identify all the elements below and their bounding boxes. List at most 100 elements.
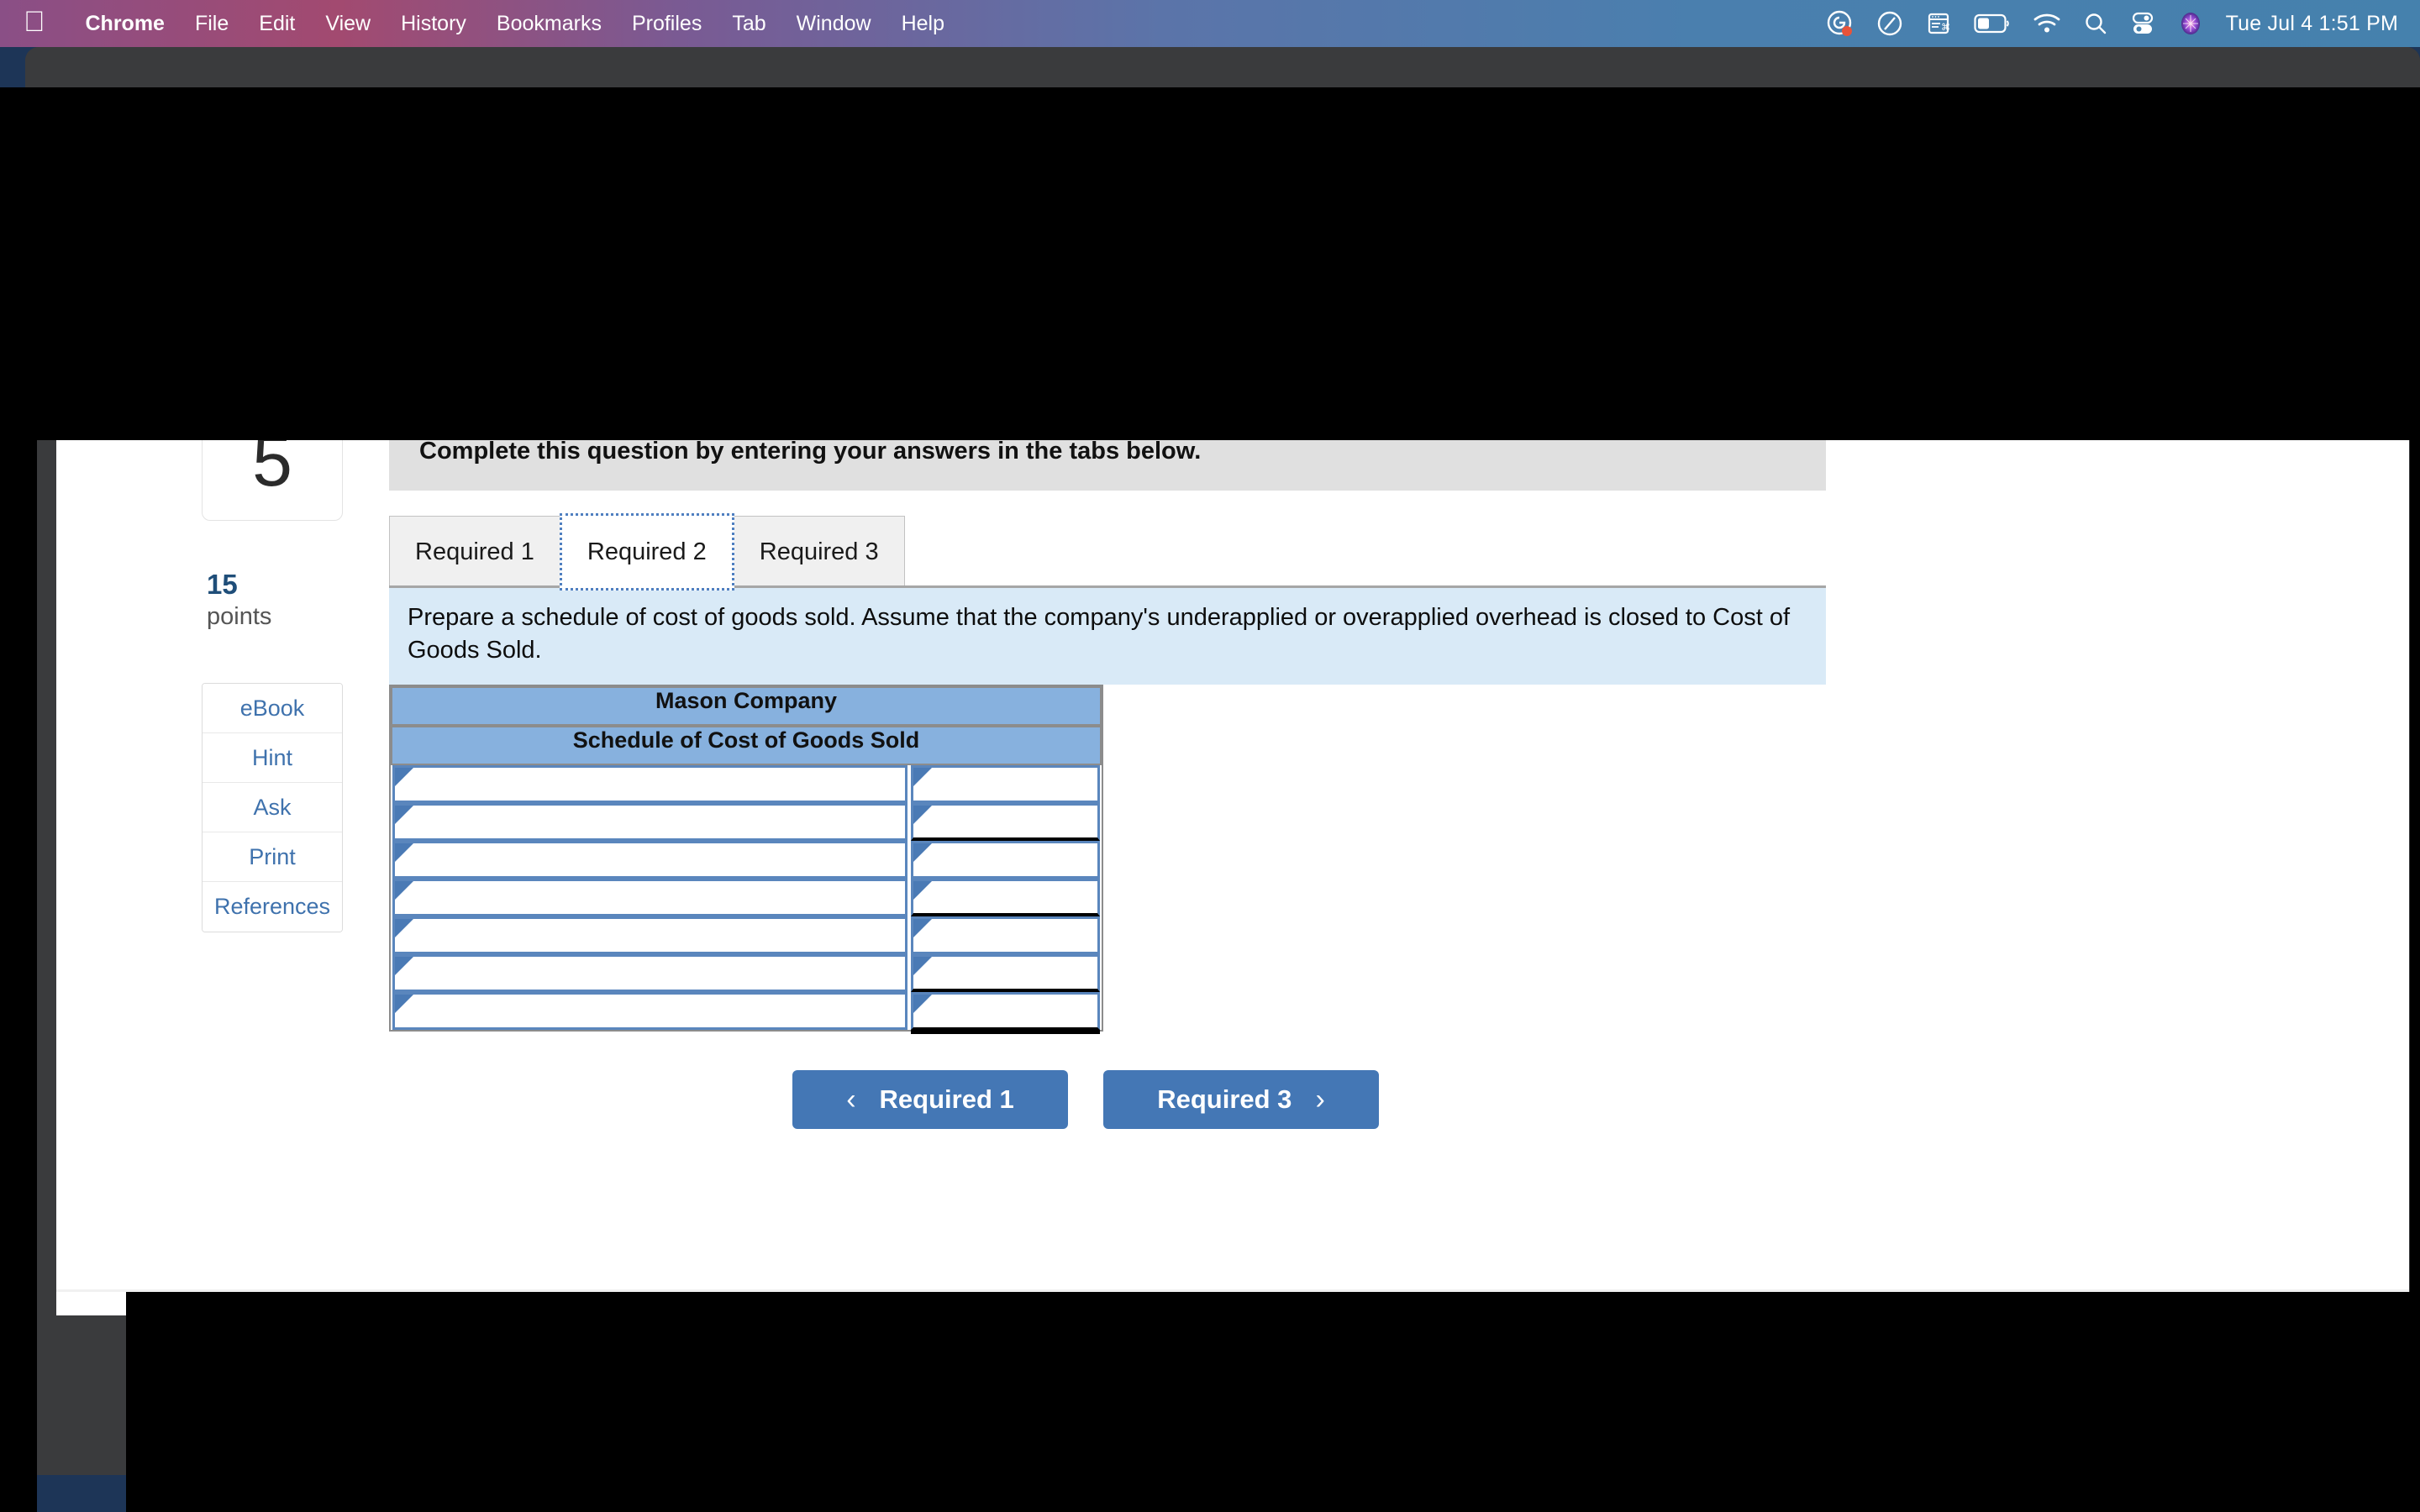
menu-bar-status-items: ⌘ Tue Jul 4 1:51 PM bbox=[1826, 9, 2420, 38]
dropdown-flag-icon bbox=[913, 994, 932, 1013]
table-cell-label bbox=[391, 802, 909, 841]
menu-help[interactable]: Help bbox=[886, 12, 960, 36]
menu-bar-clock[interactable]: Tue Jul 4 1:51 PM bbox=[2226, 12, 2398, 36]
references-button[interactable]: References bbox=[203, 882, 342, 932]
menu-window[interactable]: Window bbox=[781, 12, 886, 36]
chevron-left-icon: ‹ bbox=[846, 1083, 856, 1116]
table-cell-label bbox=[391, 878, 909, 916]
next-required-label: Required 3 bbox=[1157, 1084, 1292, 1114]
question-content-area: 5 15 points eBook Hint Ask Print Referen… bbox=[56, 403, 2409, 1289]
dropdown-flag-icon bbox=[913, 805, 932, 824]
battery-icon[interactable] bbox=[1974, 9, 2011, 38]
menu-edit[interactable]: Edit bbox=[244, 12, 310, 36]
tab-required-1[interactable]: Required 1 bbox=[389, 516, 560, 588]
spotlight-search-icon[interactable] bbox=[2083, 9, 2108, 38]
amount-input-3[interactable] bbox=[911, 840, 1100, 879]
table-cell-amount bbox=[909, 802, 1102, 841]
ebook-button[interactable]: eBook bbox=[203, 684, 342, 734]
table-cell-label bbox=[391, 953, 909, 992]
label-input-4[interactable] bbox=[392, 878, 908, 916]
table-row bbox=[391, 878, 1102, 916]
tab-required-2[interactable]: Required 2 bbox=[559, 513, 734, 591]
apple-logo-icon[interactable]:  bbox=[24, 8, 45, 36]
label-input-5[interactable] bbox=[392, 916, 908, 954]
loom-icon[interactable] bbox=[1876, 9, 1903, 38]
dropdown-flag-icon bbox=[395, 956, 413, 975]
grammarly-icon[interactable] bbox=[1826, 9, 1854, 38]
table-row bbox=[391, 953, 1102, 992]
siri-icon[interactable] bbox=[2177, 9, 2204, 38]
dropdown-flag-icon bbox=[395, 880, 413, 900]
dropdown-flag-icon bbox=[395, 843, 413, 862]
screen-occlusion-bottom bbox=[126, 1292, 2420, 1512]
dropdown-flag-icon bbox=[913, 843, 932, 862]
next-required-button[interactable]: Required 3 › bbox=[1103, 1069, 1379, 1129]
amount-input-6[interactable] bbox=[911, 953, 1100, 992]
instruction-text: Complete this question by entering your … bbox=[419, 437, 1202, 465]
menu-bookmarks[interactable]: Bookmarks bbox=[481, 12, 617, 36]
tab-required-3[interactable]: Required 3 bbox=[733, 516, 905, 588]
menu-bar-items:  Chrome File Edit View History Bookmark… bbox=[0, 0, 960, 47]
requirement-tabs: Required 1 Required 2 Required 3 bbox=[389, 512, 1826, 591]
hint-button[interactable]: Hint bbox=[203, 733, 342, 784]
menu-profiles[interactable]: Profiles bbox=[617, 12, 717, 36]
menu-view[interactable]: View bbox=[310, 12, 386, 36]
amount-input-4[interactable] bbox=[911, 878, 1100, 916]
amount-input-1[interactable] bbox=[911, 764, 1100, 803]
dropdown-flag-icon bbox=[913, 767, 932, 786]
table-row bbox=[391, 764, 1102, 803]
screen-occlusion-right bbox=[2410, 87, 2420, 1512]
table-cell-amount bbox=[909, 953, 1102, 992]
amount-input-2[interactable] bbox=[911, 802, 1100, 841]
table-row bbox=[391, 802, 1102, 841]
label-input-6[interactable] bbox=[392, 953, 908, 992]
label-input-1[interactable] bbox=[392, 764, 908, 803]
dropdown-flag-icon bbox=[395, 994, 413, 1013]
table-cell-label bbox=[391, 991, 909, 1030]
label-input-3[interactable] bbox=[392, 840, 908, 879]
requirement-prompt: Prepare a schedule of cost of goods sold… bbox=[389, 588, 1826, 685]
requirement-navigation: ‹ Required 1 Required 3 › bbox=[389, 1069, 1826, 1129]
menu-chrome[interactable]: Chrome bbox=[71, 12, 180, 36]
points-value: 15 bbox=[207, 569, 238, 600]
wifi-icon[interactable] bbox=[2033, 9, 2061, 38]
table-statement-title: Schedule of Cost of Goods Sold bbox=[391, 725, 1102, 765]
menu-tab[interactable]: Tab bbox=[717, 12, 781, 36]
prev-required-label: Required 1 bbox=[879, 1084, 1014, 1114]
chevron-right-icon: › bbox=[1315, 1083, 1325, 1116]
table-row bbox=[391, 916, 1102, 954]
dropdown-flag-icon bbox=[913, 956, 932, 975]
screen-occlusion-top bbox=[15, 87, 2420, 440]
dropdown-flag-icon bbox=[395, 805, 413, 824]
dropdown-flag-icon bbox=[913, 880, 932, 900]
table-cell-amount bbox=[909, 916, 1102, 954]
table-company-title: Mason Company bbox=[391, 685, 1102, 726]
print-button[interactable]: Print bbox=[203, 832, 342, 883]
question-action-list: eBook Hint Ask Print References bbox=[202, 683, 343, 933]
dropdown-flag-icon bbox=[913, 918, 932, 937]
table-cell-amount bbox=[909, 878, 1102, 916]
svg-text:⌘: ⌘ bbox=[1941, 22, 1950, 33]
amount-input-5[interactable] bbox=[911, 916, 1100, 954]
table-cell-amount bbox=[909, 991, 1102, 1030]
ask-button[interactable]: Ask bbox=[203, 783, 342, 833]
table-cell-amount bbox=[909, 764, 1102, 803]
table-cell-amount bbox=[909, 840, 1102, 879]
prev-required-button[interactable]: ‹ Required 1 bbox=[792, 1069, 1068, 1129]
question-main-column: Complete this question by entering your … bbox=[389, 412, 1826, 1129]
menu-history[interactable]: History bbox=[386, 12, 481, 36]
webpage-left-strip bbox=[56, 1292, 126, 1315]
question-left-rail: 5 15 points eBook Hint Ask Print Referen… bbox=[202, 412, 349, 933]
amount-input-7[interactable] bbox=[911, 991, 1100, 1030]
label-input-7[interactable] bbox=[392, 991, 908, 1030]
dropdown-flag-icon bbox=[395, 767, 413, 786]
menu-file[interactable]: File bbox=[180, 12, 244, 36]
schedule-of-cost-of-goods-sold-table: Mason Company Schedule of Cost of Goods … bbox=[389, 684, 1103, 1032]
control-center-icon[interactable] bbox=[2130, 9, 2155, 38]
table-cell-label bbox=[391, 764, 909, 803]
keyboard-shortcut-icon[interactable]: ⌘ bbox=[1925, 9, 1952, 38]
points-block: 15 points bbox=[202, 569, 349, 631]
macos-menu-bar:  Chrome File Edit View History Bookmark… bbox=[0, 0, 2420, 47]
label-input-2[interactable] bbox=[392, 802, 908, 841]
table-cell-label bbox=[391, 840, 909, 879]
